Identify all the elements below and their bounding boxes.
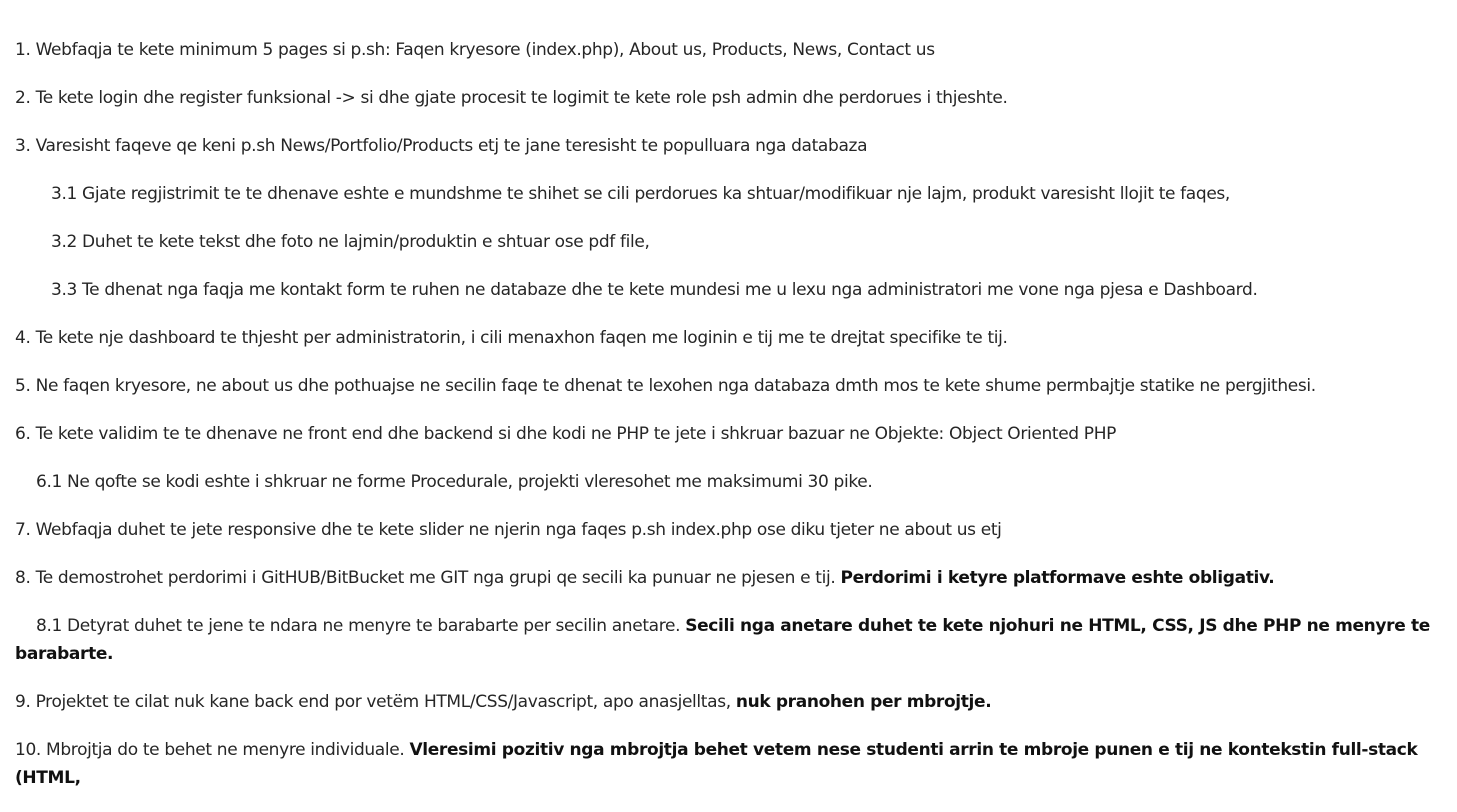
requirement-text: 3. Varesisht faqeve qe keni p.sh News/Po…: [15, 136, 868, 156]
requirement-text: 3.3 Te dhenat nga faqja me kontakt form …: [51, 280, 1258, 300]
requirement-8-1: 8.1 Detyrat duhet te jene te ndara ne me…: [15, 612, 1445, 668]
requirement-3: 3. Varesisht faqeve qe keni p.sh News/Po…: [15, 132, 1445, 160]
requirement-text: 7. Webfaqja duhet te jete responsive dhe…: [15, 520, 1002, 540]
requirement-text: 2. Te kete login dhe register funksional…: [15, 88, 1008, 108]
requirement-5: 5. Ne faqen kryesore, ne about us dhe po…: [15, 372, 1445, 400]
requirement-text: 6.1 Ne qofte se kodi eshte i shkruar ne …: [36, 472, 873, 492]
requirement-6-1: 6.1 Ne qofte se kodi eshte i shkruar ne …: [15, 468, 1445, 496]
requirement-7: 7. Webfaqja duhet te jete responsive dhe…: [15, 516, 1445, 544]
requirement-9: 9. Projektet te cilat nuk kane back end …: [15, 688, 1445, 716]
requirement-3-1: 3.1 Gjate regjistrimit te te dhenave esh…: [15, 180, 1445, 208]
requirement-text: 4. Te kete nje dashboard te thjesht per …: [15, 328, 1008, 348]
requirement-text: 5. Ne faqen kryesore, ne about us dhe po…: [15, 376, 1316, 396]
requirement-text: 10. Mbrojtja do te behet ne menyre indiv…: [15, 740, 410, 760]
requirement-emphasis: nuk pranohen per mbrojtje.: [735, 692, 992, 712]
requirement-2: 2. Te kete login dhe register funksional…: [15, 84, 1445, 112]
requirement-10: 10. Mbrojtja do te behet ne menyre indiv…: [15, 736, 1445, 792]
requirement-6: 6. Te kete validim te te dhenave ne fron…: [15, 420, 1445, 448]
requirement-3-3: 3.3 Te dhenat nga faqja me kontakt form …: [15, 276, 1445, 304]
requirement-3-2: 3.2 Duhet te kete tekst dhe foto ne lajm…: [15, 228, 1445, 256]
requirement-text: 8. Te demostrohet perdorimi i GitHUB/Bit…: [15, 568, 841, 588]
requirement-4: 4. Te kete nje dashboard te thjesht per …: [15, 324, 1445, 352]
requirement-emphasis: Perdorimi i ketyre platformave eshte obl…: [840, 568, 1275, 588]
requirement-text: 3.1 Gjate regjistrimit te te dhenave esh…: [51, 184, 1230, 204]
requirements-document: 1. Webfaqja te kete minimum 5 pages si p…: [15, 36, 1445, 812]
requirement-text: 6. Te kete validim te te dhenave ne fron…: [15, 424, 1117, 444]
requirement-8: 8. Te demostrohet perdorimi i GitHUB/Bit…: [15, 564, 1445, 592]
requirement-1: 1. Webfaqja te kete minimum 5 pages si p…: [15, 36, 1445, 64]
requirement-text: 8.1 Detyrat duhet te jene te ndara ne me…: [36, 616, 686, 636]
requirement-text: 3.2 Duhet te kete tekst dhe foto ne lajm…: [51, 232, 650, 252]
requirement-text: 1. Webfaqja te kete minimum 5 pages si p…: [15, 40, 935, 60]
requirement-text: 9. Projektet te cilat nuk kane back end …: [15, 692, 736, 712]
